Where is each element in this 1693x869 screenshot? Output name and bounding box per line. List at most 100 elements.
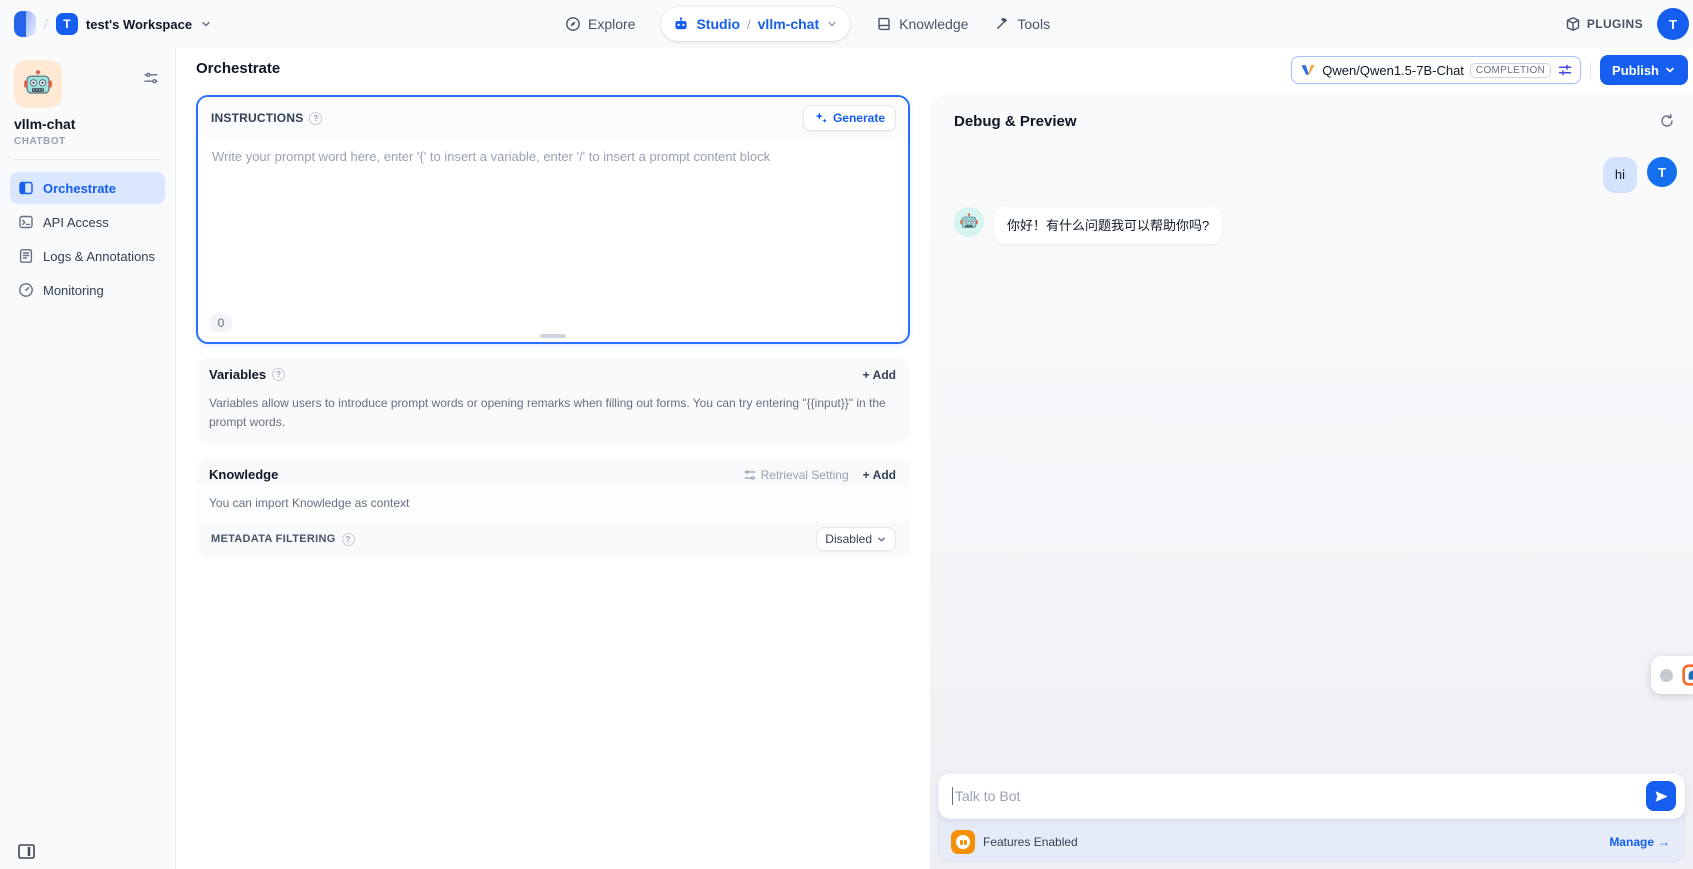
sidebar-item-label: Logs & Annotations xyxy=(43,249,155,264)
manage-label: Manage xyxy=(1609,835,1654,849)
publish-button[interactable]: Publish xyxy=(1600,55,1688,85)
plugins-icon xyxy=(1565,16,1581,32)
retrieval-setting-label: Retrieval Setting xyxy=(761,468,849,482)
restart-conversation-icon[interactable] xyxy=(1657,111,1677,131)
gray-dot-icon[interactable] xyxy=(1660,669,1673,682)
workspace-chip[interactable]: T xyxy=(56,13,78,35)
knowledge-panel: Knowledge Retrieval Setting + Add You ca… xyxy=(196,458,910,558)
text-cursor xyxy=(952,787,953,805)
sidebar-item-orchestrate[interactable]: Orchestrate xyxy=(10,172,165,204)
user-avatar[interactable]: T xyxy=(1657,8,1689,40)
app-name: vllm-chat xyxy=(14,116,161,132)
bot-chat-avatar xyxy=(954,207,984,237)
nav-separator: / xyxy=(747,17,751,32)
variables-title: Variables xyxy=(209,367,266,382)
add-knowledge-label: Add xyxy=(873,468,896,482)
logs-icon xyxy=(18,248,34,264)
arrow-right-icon: → xyxy=(1658,835,1670,849)
floating-extension-widget[interactable] xyxy=(1651,656,1693,694)
nav-knowledge-label: Knowledge xyxy=(899,16,968,32)
dify-logo[interactable] xyxy=(14,11,36,37)
help-icon[interactable] xyxy=(309,112,322,125)
add-variable-button[interactable]: + Add xyxy=(863,368,896,382)
generate-button[interactable]: Generate xyxy=(803,105,896,131)
collapse-sidebar-icon[interactable] xyxy=(18,844,35,859)
nav-tools[interactable]: Tools xyxy=(994,16,1050,32)
knowledge-description: You can import Knowledge as context xyxy=(196,486,910,521)
publish-label: Publish xyxy=(1612,63,1659,78)
nav-studio-label: Studio xyxy=(696,16,740,32)
sidebar-item-logs-annotations[interactable]: Logs & Annotations xyxy=(10,240,165,272)
nav-explore[interactable]: Explore xyxy=(565,16,635,32)
debug-preview-panel: Debug & Preview hi T 你好！有什么问题我可以帮助你吗? xyxy=(930,95,1693,869)
header-right: PLUGINS T xyxy=(1565,0,1689,48)
api-access-icon xyxy=(18,214,34,230)
debug-preview-title: Debug & Preview xyxy=(954,113,1077,130)
page-title: Orchestrate xyxy=(196,60,280,77)
orchestrate-icon xyxy=(18,180,34,196)
chevron-down-icon[interactable] xyxy=(826,18,838,30)
chat-message-assistant: 你好！有什么问题我可以帮助你吗? xyxy=(954,207,1677,245)
app-type-label: CHATBOT xyxy=(14,136,161,147)
controls-divider xyxy=(1590,62,1591,78)
config-column: INSTRUCTIONS Generate 0 Variables + Add xyxy=(196,95,910,558)
top-controls: Qwen/Qwen1.5-7B-Chat COMPLETION Publish xyxy=(1291,55,1688,85)
variables-panel: Variables + Add Variables allow users to… xyxy=(196,358,910,444)
knowledge-icon xyxy=(876,16,892,32)
instructions-input[interactable] xyxy=(198,137,908,314)
sidebar-item-label: Orchestrate xyxy=(43,181,116,196)
add-knowledge-button[interactable]: + Add xyxy=(863,468,896,482)
help-icon[interactable] xyxy=(272,368,285,381)
nav-tools-label: Tools xyxy=(1017,16,1050,32)
chat-message-user: hi T xyxy=(954,157,1677,193)
nav-studio-pill[interactable]: Studio / vllm-chat xyxy=(661,7,850,41)
send-icon xyxy=(1654,789,1669,804)
plus-icon: + xyxy=(863,368,870,382)
main-nav: Explore Studio / vllm-chat Knowledge Too… xyxy=(565,0,1050,48)
sidebar-item-label: API Access xyxy=(43,215,109,230)
app-icon[interactable] xyxy=(14,60,62,108)
workspace-name[interactable]: test's Workspace xyxy=(86,17,192,32)
robot-icon xyxy=(673,16,689,32)
app-settings-icon[interactable] xyxy=(143,70,159,86)
extension-icon[interactable] xyxy=(1682,664,1693,686)
instructions-title: INSTRUCTIONS xyxy=(211,111,303,125)
instructions-header: INSTRUCTIONS Generate xyxy=(198,97,908,137)
plugins-button[interactable]: PLUGINS xyxy=(1565,16,1643,32)
send-button[interactable] xyxy=(1646,781,1676,811)
chat-footer: Features Enabled Manage → xyxy=(938,773,1685,862)
manage-features-link[interactable]: Manage → xyxy=(1609,835,1670,849)
knowledge-title: Knowledge xyxy=(209,467,278,482)
model-tune-icon[interactable] xyxy=(1557,62,1573,78)
robot-avatar-icon xyxy=(959,212,979,232)
user-chat-avatar: T xyxy=(1647,157,1677,187)
chevron-down-icon[interactable] xyxy=(200,18,212,30)
model-name: Qwen/Qwen1.5-7B-Chat xyxy=(1322,63,1464,78)
chat-input-box xyxy=(938,773,1685,819)
retrieval-setting-button[interactable]: Retrieval Setting xyxy=(744,468,849,482)
metadata-filtering-value: Disabled xyxy=(825,532,872,546)
chat-input[interactable] xyxy=(955,788,1646,804)
brand-separator: / xyxy=(44,16,48,32)
explore-icon xyxy=(565,16,581,32)
sidebar-item-monitoring[interactable]: Monitoring xyxy=(10,274,165,306)
resize-handle[interactable] xyxy=(540,334,566,338)
monitoring-icon xyxy=(18,282,34,298)
help-icon[interactable] xyxy=(342,533,355,546)
features-enabled-label: Features Enabled xyxy=(983,835,1078,849)
metadata-filtering-select[interactable]: Disabled xyxy=(816,527,896,551)
sidebar-menu: Orchestrate API Access Logs & Annotation… xyxy=(0,172,175,306)
model-mode-badge: COMPLETION xyxy=(1470,63,1551,78)
tools-icon xyxy=(994,16,1010,32)
features-icon xyxy=(951,830,975,854)
nav-app-name: vllm-chat xyxy=(758,16,819,32)
nav-knowledge[interactable]: Knowledge xyxy=(876,16,968,32)
sparkles-icon xyxy=(814,111,828,125)
app-head: vllm-chat CHATBOT xyxy=(0,48,175,147)
sidebar-item-api-access[interactable]: API Access xyxy=(10,206,165,238)
robot-app-icon xyxy=(22,68,54,100)
generate-label: Generate xyxy=(833,111,885,125)
model-selector[interactable]: Qwen/Qwen1.5-7B-Chat COMPLETION xyxy=(1291,56,1581,84)
metadata-filtering-row: METADATA FILTERING Disabled xyxy=(196,521,910,558)
char-count: 0 xyxy=(210,314,232,332)
